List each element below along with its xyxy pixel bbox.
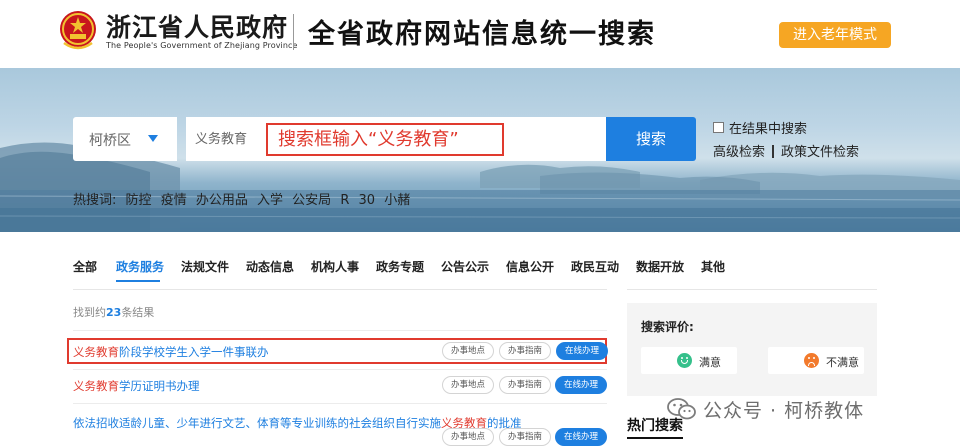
satisfied-button[interactable]: 满意 <box>641 347 737 374</box>
category-tabs: 全部 政务服务 法规文件 动态信息 机构人事 政务专题 公告公示 信息公开 政民… <box>0 258 960 282</box>
office-location-button[interactable]: 办事地点 <box>442 342 494 360</box>
row-divider <box>73 369 607 370</box>
online-service-button[interactable]: 在线办理 <box>555 376 607 394</box>
service-guide-button[interactable]: 办事指南 <box>499 428 551 446</box>
smile-icon <box>677 353 692 368</box>
gov-name-english: The People's Government of Zhejiang Prov… <box>106 41 298 50</box>
site-header: 浙江省人民政府 The People's Government of Zheji… <box>0 0 960 68</box>
search-input[interactable] <box>195 130 265 145</box>
district-select[interactable]: 柯桥区 <box>73 117 177 161</box>
search-button[interactable]: 搜索 <box>606 117 696 161</box>
tab-other[interactable]: 其他 <box>701 258 725 275</box>
tab-regulations[interactable]: 法规文件 <box>181 258 229 275</box>
result-count: 找到约23条结果 <box>73 304 154 320</box>
search-input-box[interactable]: 搜索框输入“义务教育” <box>186 117 606 161</box>
search-rating-panel: 搜索评价: 满意 不满意 <box>627 303 877 396</box>
result-item: 义务教育阶段学校学生入学一件事联办 办事地点 办事指南 在线办理 <box>67 338 608 364</box>
district-label: 柯桥区 <box>89 133 131 149</box>
service-guide-button[interactable]: 办事指南 <box>499 376 551 394</box>
tab-open-data[interactable]: 数据开放 <box>636 258 684 275</box>
result-count-suffix: 条结果 <box>121 306 155 319</box>
advanced-search-link[interactable]: 高级检索 <box>713 145 765 160</box>
tabs-divider <box>73 289 607 290</box>
tab-disclosure[interactable]: 信息公开 <box>506 258 554 275</box>
tab-interaction[interactable]: 政民互动 <box>571 258 619 275</box>
national-emblem-icon <box>60 11 96 50</box>
unsatisfied-label: 不满意 <box>826 356 859 369</box>
advanced-links: 高级检索 政策文件检索 <box>713 141 859 160</box>
hot-words: 热搜词: 防控 疫情 办公用品 入学 公安局 R 30 小赭 <box>73 189 415 208</box>
result-count-prefix: 找到约 <box>73 306 106 319</box>
search-in-results-option[interactable]: 在结果中搜索 <box>713 118 807 137</box>
tabs-divider <box>627 289 877 290</box>
frown-icon <box>804 353 819 368</box>
result-title-text: 学历证明书办理 <box>119 379 200 393</box>
hot-word[interactable]: 办公用品 <box>196 193 248 208</box>
satisfied-label: 满意 <box>699 356 721 369</box>
policy-search-link[interactable]: 政策文件检索 <box>781 145 859 160</box>
result-actions-row: 办事地点 办事指南 在线办理 <box>73 426 607 447</box>
hot-words-label: 热搜词: <box>73 193 117 208</box>
site-title: 全省政府网站信息统一搜索 <box>308 19 656 50</box>
hot-search-underline <box>627 437 683 439</box>
hot-word[interactable]: R <box>340 193 349 208</box>
hot-word[interactable]: 公安局 <box>292 193 331 208</box>
result-count-number: 23 <box>106 306 122 319</box>
wechat-icon <box>667 398 696 420</box>
wechat-watermark: 公众号 · 柯桥教体 <box>667 396 864 422</box>
result-title-link[interactable]: 义务教育阶段学校学生入学一件事联办 <box>73 344 269 360</box>
active-tab-indicator <box>116 280 160 282</box>
tab-topics[interactable]: 政务专题 <box>376 258 424 275</box>
hot-word[interactable]: 入学 <box>257 193 283 208</box>
header-divider <box>293 14 294 50</box>
tab-personnel[interactable]: 机构人事 <box>311 258 359 275</box>
result-title-text: 阶段学校学生入学一件事联办 <box>119 345 269 359</box>
service-guide-button[interactable]: 办事指南 <box>499 342 551 360</box>
result-item: 义务教育学历证明书办理 办事地点 办事指南 在线办理 <box>73 374 607 398</box>
chevron-down-icon <box>148 135 158 142</box>
tab-all[interactable]: 全部 <box>73 258 97 275</box>
keyword-highlight: 义务教育 <box>73 345 119 359</box>
link-separator <box>772 145 775 158</box>
office-location-button[interactable]: 办事地点 <box>442 376 494 394</box>
row-divider <box>73 330 607 331</box>
row-divider <box>73 403 607 404</box>
online-service-button[interactable]: 在线办理 <box>556 342 608 360</box>
search-annotation-callout: 搜索框输入“义务教育” <box>266 123 504 156</box>
online-service-button[interactable]: 在线办理 <box>555 428 607 446</box>
search-banner: 柯桥区 搜索框输入“义务教育” 搜索 在结果中搜索 高级检索 政策文件检索 热搜词… <box>0 68 960 232</box>
tab-announcements[interactable]: 公告公示 <box>441 258 489 275</box>
gov-name: 浙江省人民政府 <box>106 13 289 42</box>
hot-word[interactable]: 防控 <box>126 193 152 208</box>
office-location-button[interactable]: 办事地点 <box>442 428 494 446</box>
keyword-highlight: 义务教育 <box>73 379 119 393</box>
result-title-link[interactable]: 义务教育学历证明书办理 <box>73 378 200 394</box>
hot-word[interactable]: 30 <box>359 193 376 208</box>
hot-word[interactable]: 疫情 <box>161 193 187 208</box>
watermark-text: 公众号 · 柯桥教体 <box>703 399 865 422</box>
elder-mode-button[interactable]: 进入老年模式 <box>779 22 891 48</box>
rating-title: 搜索评价: <box>641 320 694 334</box>
tab-news[interactable]: 动态信息 <box>246 258 294 275</box>
hot-word[interactable]: 小赭 <box>384 193 410 208</box>
search-in-results-checkbox[interactable] <box>713 122 724 133</box>
search-in-results-label: 在结果中搜索 <box>729 122 808 137</box>
tab-gov-services[interactable]: 政务服务 <box>116 258 164 275</box>
unsatisfied-button[interactable]: 不满意 <box>768 347 864 374</box>
